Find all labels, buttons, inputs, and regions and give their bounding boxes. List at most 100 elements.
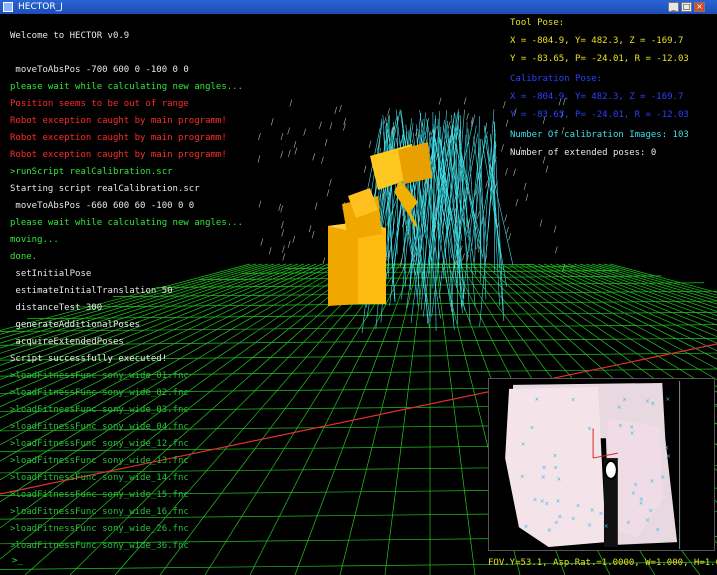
detected-point-marker: × [655,526,660,533]
detected-point-marker: × [556,498,561,505]
detected-point-marker: × [534,396,539,403]
detected-point-marker: × [660,474,665,481]
detected-point-marker: × [542,464,547,471]
console-line: >loadFitnessFunc sony_wide_02.fnc [10,388,189,398]
pose-marker [501,144,504,152]
pose-marker [515,199,519,207]
console-line: >loadFitnessFunc sony_wide_14.fnc [10,473,189,483]
detected-point-marker: × [590,507,595,514]
pose-marker [555,246,558,254]
detected-point-marker: × [530,424,535,431]
console-line: estimateInitialTranslation 50 [10,286,173,296]
console-line: Robot exception caught by main programm! [10,150,227,160]
detected-point-marker: × [576,503,581,510]
console-line: acquireExtendedPoses [10,337,124,347]
window-title: HECTOR_J [18,2,63,12]
detected-point-marker: × [639,496,644,503]
pose-marker [503,101,506,109]
detected-point-marker: × [532,497,537,504]
console-line: Robot exception caught by main programm! [10,116,227,126]
calibration-pose-orientation: Y = -83.65, P= -24.01, R = -12.03 [510,110,689,120]
detected-point-marker: × [650,400,655,407]
console-line: >loadFitnessFunc sony_wide_01.fnc [10,371,189,381]
detected-point-marker: × [554,519,559,526]
console-line: Script successfully executed! [10,354,168,364]
pose-marker [506,226,509,234]
console-line: >runScript realCalibration.scr [10,167,173,177]
window-titlebar[interactable]: HECTOR_J _ □ × [0,0,717,14]
pose-marker [513,168,516,176]
console-line: moveToAbsPos -700 600 0 -100 0 0 [10,65,189,75]
detected-point-marker: × [571,396,576,403]
detected-point-marker: × [626,519,631,526]
inset-divider [679,380,681,550]
detected-point-marker: × [633,482,638,489]
console-line: Robot exception caught by main programm! [10,133,227,143]
pose-marker [562,264,565,272]
tool-pose-position: X = -804.9, Y= 482.3, Z = -169.7 [510,36,684,46]
console-line: setInitialPose [10,269,92,279]
camera-image-inset: ××××××××××××××××××××××××××××××××××××××××… [488,378,715,551]
app-icon [3,2,13,12]
detected-point-marker: × [622,397,627,404]
camera-fov-status: FOV.Y=53.1, Asp.Rat.=1.0000, W=1.000, H=… [488,558,717,568]
detected-point-marker: × [618,423,623,430]
console-line: moveToAbsPos -660 600 60 -100 0 0 [10,201,195,211]
detected-point-marker: × [552,453,557,460]
calibration-image-count: Number Of calibration Images: 103 [510,130,689,140]
console-line: >loadFitnessFunc sony_wide_15.fnc [10,490,189,500]
detected-point-marker: × [645,398,650,405]
detected-point-marker: × [556,476,561,483]
console-output: Welcome to HECTOR v0.9 moveToAbsPos -700… [10,28,490,555]
console-line: please wait while calculating new angles… [10,82,243,92]
minimize-button[interactable]: _ [668,2,679,12]
detected-point-marker: × [664,445,669,452]
calibration-pose-position: X = -804.9, Y= 482.3, Z = -169.7 [510,92,684,102]
console-line: done. [10,252,38,262]
maximize-button[interactable]: □ [681,2,692,12]
console-prompt[interactable]: >_ [12,556,23,566]
detected-point-marker: × [571,516,576,523]
pose-marker [496,222,500,230]
detected-point-marker: × [665,396,670,403]
pose-marker [545,165,549,173]
detected-point-marker: × [553,464,558,471]
console-line: >loadFitnessFunc sony_wide_04.fnc [10,422,189,432]
console-line: distanceTest 300 [10,303,103,313]
console-line: >loadFitnessFunc sony_wide_03.fnc [10,405,189,415]
pose-marker [523,182,527,190]
close-button[interactable]: × [694,2,705,12]
detected-point-marker: × [521,441,526,448]
detected-point-marker: × [520,474,525,481]
console-line: >loadFitnessFunc sony_wide_13.fnc [10,456,189,466]
detected-point-marker: × [650,478,655,485]
tool-pose-orientation: Y = -83.65, P= -24.01, R = -12.03 [510,54,689,64]
detected-point-marker: × [587,426,592,433]
target-marker-icon [603,460,618,480]
console-line: Position seems to be out of range [10,99,189,109]
pose-marker [504,214,508,222]
console-line: generateAdditionalPoses [10,320,141,330]
detected-point-marker: × [629,424,634,431]
pose-marker [525,193,529,201]
calibration-pose-header: Calibration Pose: [510,74,603,84]
detected-point-marker: × [648,508,653,515]
tool-pose-header: Tool Pose: [510,18,565,28]
console-line: please wait while calculating new angles… [10,218,243,228]
console-line: Welcome to HECTOR v0.9 [10,31,130,41]
console-line: >loadFitnessFunc sony_wide_12.fnc [10,439,189,449]
detected-point-marker: × [617,404,622,411]
console-line: >loadFitnessFunc sony_wide_36.fnc [10,541,189,551]
extended-pose-count: Number of extended poses: 0 [510,148,657,158]
detected-point-marker: × [541,474,546,481]
pose-marker [553,225,557,233]
console-line: moving... [10,235,59,245]
detected-point-marker: × [599,511,604,518]
detected-point-marker: × [587,522,592,529]
pose-marker [505,119,509,127]
pose-marker [508,233,511,241]
detected-point-marker: × [666,453,671,460]
pose-marker [505,168,508,176]
pose-marker [539,219,543,227]
